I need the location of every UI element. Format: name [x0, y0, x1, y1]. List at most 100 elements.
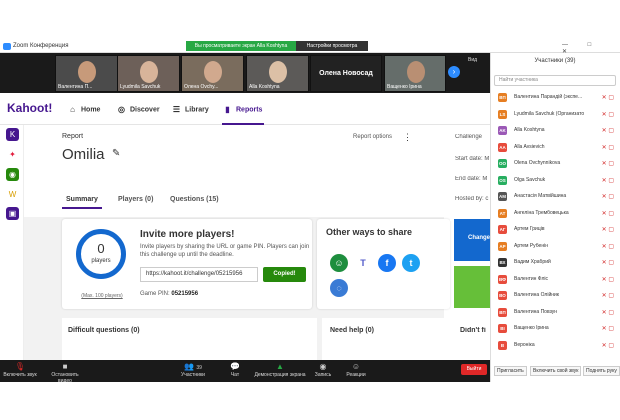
camera-app-icon[interactable]: ▣	[6, 207, 19, 220]
participants-title: Участники (39)	[534, 58, 576, 64]
chat-button[interactable]: 💬 Чат	[228, 362, 242, 378]
participant-row[interactable]: ВП Валентина Повзун ✕ ▢	[494, 305, 618, 321]
nav-library[interactable]: ☰ Library	[172, 105, 209, 114]
gallery-next-button[interactable]: ›	[448, 66, 460, 78]
mic-muted-icon: ✕ ▢	[601, 111, 614, 118]
promo-card[interactable]	[454, 266, 490, 308]
participant-row[interactable]: AM Анастасія Матвійшина ✕ ▢	[494, 189, 618, 205]
active-tab-indicator	[62, 207, 102, 209]
tab-summary[interactable]: Summary	[66, 196, 98, 203]
mic-muted-icon: ✕ ▢	[601, 326, 614, 332]
participant-name: Валентина Повзун	[514, 308, 558, 315]
participant-row[interactable]: AA Alla Avsievich ✕ ▢	[494, 140, 618, 156]
kahoot-app-icon[interactable]: K	[6, 128, 19, 141]
video-tile[interactable]: Alla Koshtyna	[246, 55, 309, 92]
pencil-icon[interactable]: ✎	[112, 148, 120, 159]
participant-row[interactable]: ВП Валентина Парандій (экспе... ✕ ▢	[494, 90, 618, 106]
dragonbox-icon[interactable]: ✦	[6, 148, 19, 161]
avatar: OO	[498, 159, 507, 168]
raise-hand-button[interactable]: Поднять руку	[583, 366, 620, 376]
window-title: Zoom Конференция	[13, 43, 69, 49]
challenge-url-field[interactable]: https://kahoot.it/challenge/05215956	[140, 267, 258, 282]
avatar: AP	[498, 241, 507, 251]
chat-icon: 💬	[230, 362, 240, 371]
tab-players[interactable]: Players (0)	[118, 196, 153, 203]
nav-reports[interactable]: ▮ Reports	[223, 105, 262, 114]
participant-row[interactable]: В Вероніка ✕ ▢	[494, 338, 618, 354]
quiz-app-icon[interactable]: ◉	[6, 168, 19, 181]
leave-meeting-button[interactable]: Выйти	[461, 364, 487, 375]
mic-muted-icon: ✕ ▢	[601, 243, 614, 250]
unmute-self-button[interactable]: Включить свой звук	[530, 366, 582, 376]
view-options-button[interactable]: Настройки просмотра	[296, 41, 368, 51]
teams-icon[interactable]: T	[354, 254, 372, 272]
participant-row[interactable]: ВІ Ващенко Ірина ✕ ▢	[494, 321, 618, 337]
word-app-icon[interactable]: W	[6, 188, 19, 201]
classroom-icon[interactable]: ☺	[330, 254, 348, 272]
difficult-questions-card[interactable]	[62, 318, 317, 360]
avatar: AM	[498, 192, 507, 201]
mic-muted-icon: ✕ ▢	[601, 309, 614, 316]
participant-row[interactable]: OO Olena Ovchynnikova ✕ ▢	[494, 156, 618, 172]
participant-row[interactable]: AT Ангеліна Трембовецька ✕ ▢	[494, 206, 618, 222]
share-title: Other ways to share	[326, 227, 413, 237]
video-tile[interactable]: Валентина П...	[55, 55, 118, 92]
participant-name: Вероніка	[514, 341, 535, 348]
participant-row[interactable]: ВО Валентина Олійник ✕ ▢	[494, 288, 618, 304]
nav-discover[interactable]: ◎ Discover	[117, 105, 160, 114]
mic-muted-icon: ✕ ▢	[601, 210, 614, 217]
avatar: ВО	[498, 291, 507, 300]
tab-questions[interactable]: Questions (15)	[170, 196, 219, 203]
video-tile[interactable]: Lyudmila Savchuk	[117, 55, 180, 92]
avatar: AA	[498, 142, 507, 152]
smiley-icon: ☺	[351, 362, 361, 371]
copied-button[interactable]: Copied!	[263, 267, 306, 282]
participant-search-input[interactable]: Найти участника	[494, 75, 616, 86]
facebook-icon[interactable]: f	[378, 254, 396, 272]
view-button[interactable]: Вид	[468, 57, 477, 63]
participant-name: Ангеліна Трембовецька	[514, 209, 569, 216]
participant-row[interactable]: OS Olga Savchuk ✕ ▢	[494, 173, 618, 189]
start-date: Start date: M	[455, 156, 490, 162]
nav-home[interactable]: ⌂ Home	[68, 105, 100, 114]
participant-name: Артем Гриців	[514, 226, 545, 232]
participant-row[interactable]: AK Alla Koshtyna ✕ ▢	[494, 123, 618, 139]
video-button[interactable]: ■ Остановить видео	[44, 362, 86, 384]
more-options-icon[interactable]: ⋮	[403, 132, 412, 143]
end-date: End date: M	[455, 176, 488, 182]
mic-muted-icon: ✕ ▢	[601, 177, 614, 184]
max-players-link[interactable]: (Max. 100 players)	[76, 293, 128, 299]
participant-row[interactable]: ВФ Валентин Фліс ✕ ▢	[494, 272, 618, 288]
home-icon: ⌂	[70, 105, 75, 114]
participant-row[interactable]: LS Lyudmila Savchuk (Организатор) ✕ ▢	[494, 107, 618, 123]
report-options-button[interactable]: Report options	[353, 134, 392, 140]
challenge-label: Challenge	[455, 134, 483, 140]
remind-icon[interactable]: ◌	[330, 279, 348, 297]
bar-chart-icon: ▮	[225, 105, 230, 114]
mic-button[interactable]: 🎙 Включить звук	[3, 362, 37, 378]
participant-name: Olga Savchuk	[514, 176, 546, 183]
people-icon: 👥 39	[184, 362, 202, 371]
video-tile[interactable]: Олена Новосад	[310, 55, 382, 92]
twitter-icon[interactable]: t	[402, 254, 420, 272]
viewing-banner: Вы просматриваете экран Alla Koshtyna	[186, 41, 296, 51]
kahoot-logo[interactable]: Kahoot!	[7, 101, 52, 115]
mic-muted-icon: ✕ ▢	[601, 276, 614, 283]
participant-name: Анастасія Матвійшина	[514, 193, 567, 199]
participant-row[interactable]: AP Артем Рубенін ✕ ▢	[494, 239, 618, 255]
reactions-button[interactable]: ☺ Реакции	[344, 362, 368, 378]
change-card[interactable]: Change	[454, 219, 490, 261]
participant-name: Валентина Олійник	[514, 292, 559, 298]
share-screen-button[interactable]: ▲ Демонстрация экрана	[254, 362, 306, 378]
invite-button[interactable]: Пригласить	[494, 366, 527, 376]
video-tile[interactable]: Олена Ovchy...	[181, 55, 244, 92]
didnt-finish-card[interactable]	[456, 318, 490, 360]
record-button[interactable]: ◉ Запись	[313, 362, 333, 378]
participants-button[interactable]: 👥 39 Участники	[180, 362, 206, 378]
need-help-card[interactable]	[322, 318, 450, 360]
participant-row[interactable]: AГ Артем Гриців ✕ ▢	[494, 222, 618, 238]
record-icon: ◉	[319, 362, 327, 371]
video-tile[interactable]: Ващенко Ірина	[384, 55, 446, 92]
report-title: Omilia	[62, 146, 105, 163]
participant-row[interactable]: ВХ Вадим Храбрий ✕ ▢	[494, 255, 618, 271]
